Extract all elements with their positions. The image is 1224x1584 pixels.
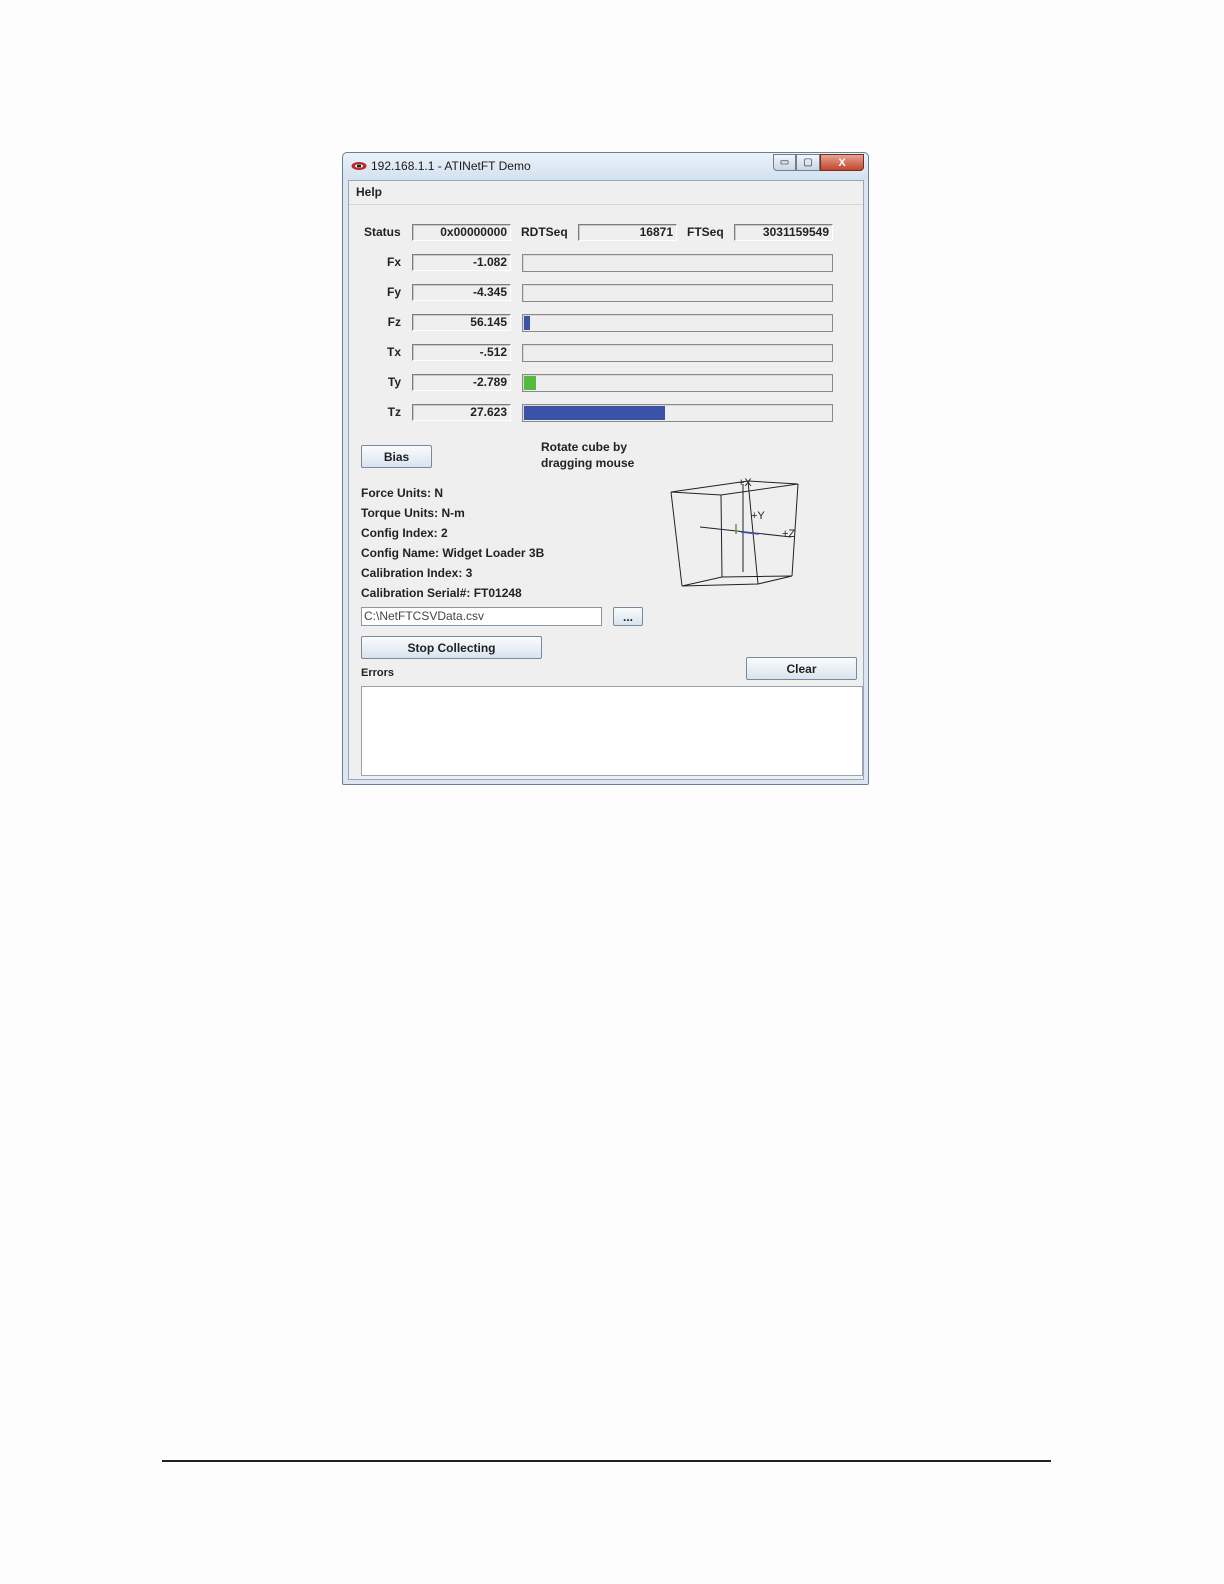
rdtseq-field: 16871 [578, 224, 677, 241]
ty-bar [522, 374, 833, 392]
minimize-icon: ▭ [779, 157, 790, 168]
close-icon: X [838, 156, 846, 169]
tz-bar-fill [524, 406, 665, 420]
fy-label: Fy [386, 285, 401, 299]
tx-field: -.512 [412, 344, 511, 361]
force-units-label: Force Units: N [361, 486, 444, 500]
stop-collecting-button[interactable]: Stop Collecting [361, 636, 542, 659]
fy-field: -4.345 [412, 284, 511, 301]
fz-bar-fill [524, 316, 530, 330]
tx-label: Tx [386, 345, 401, 359]
stop-collecting-label: Stop Collecting [407, 640, 496, 655]
calibration-serial-label: Calibration Serial#: FT01248 [361, 586, 522, 600]
rotate-hint-line1: Rotate cube by [541, 440, 628, 454]
app-window: 192.168.1.1 - ATINetFT Demo ▭ ▢ X Help S… [342, 152, 869, 785]
rotate-hint-line2: dragging mouse [541, 456, 635, 470]
csv-path-input[interactable]: C:\NetFTCSVData.csv [361, 607, 602, 626]
status-field: 0x00000000 [412, 224, 511, 241]
clear-button-label: Clear [786, 661, 817, 676]
menu-bar: Help [349, 181, 863, 205]
maximize-icon: ▢ [803, 157, 813, 168]
rdtseq-label: RDTSeq [521, 225, 568, 239]
status-label: Status [364, 225, 401, 239]
browse-button-label: ... [622, 609, 633, 624]
ty-bar-fill [524, 376, 536, 390]
window-title: 192.168.1.1 - ATINetFT Demo [371, 159, 531, 173]
ty-label: Ty [387, 375, 401, 389]
maximize-button[interactable]: ▢ [796, 154, 820, 171]
client-area: Help Status 0x00000000 RDTSeq 16871 FTSe… [348, 180, 864, 780]
clear-button[interactable]: Clear [746, 657, 857, 680]
fz-label: Fz [387, 315, 401, 329]
browse-button[interactable]: ... [613, 607, 643, 626]
tz-bar [522, 404, 833, 422]
fx-field: -1.082 [412, 254, 511, 271]
fx-bar [522, 254, 833, 272]
ty-field: -2.789 [412, 374, 511, 391]
cube-y-axis-label: +Y [751, 510, 765, 522]
footer-rule [162, 1460, 1051, 1462]
fz-field: 56.145 [412, 314, 511, 331]
title-bar[interactable]: 192.168.1.1 - ATINetFT Demo ▭ ▢ X [343, 153, 868, 180]
ftseq-field: 3031159549 [734, 224, 833, 241]
torque-units-label: Torque Units: N-m [361, 506, 465, 520]
cube-z-axis-label: +Z [782, 528, 795, 540]
fz-bar [522, 314, 833, 332]
tx-bar [522, 344, 833, 362]
tz-label: Tz [387, 405, 401, 419]
minimize-button[interactable]: ▭ [773, 154, 796, 171]
bias-button-label: Bias [383, 449, 410, 464]
close-button[interactable]: X [820, 154, 864, 171]
cube-x-axis-label: +X [738, 477, 752, 489]
errors-label: Errors [361, 667, 395, 679]
fy-bar [522, 284, 833, 302]
config-name-label: Config Name: Widget Loader 3B [361, 546, 545, 560]
app-logo-icon [351, 162, 367, 170]
menu-help[interactable]: Help [356, 185, 382, 199]
errors-textarea[interactable] [361, 686, 863, 776]
rotatable-cube[interactable]: +X +Y +Z [669, 476, 809, 616]
calibration-index-label: Calibration Index: 3 [361, 566, 473, 580]
fx-label: Fx [386, 255, 401, 269]
bias-button[interactable]: Bias [361, 445, 432, 468]
tz-field: 27.623 [412, 404, 511, 421]
config-index-label: Config Index: 2 [361, 526, 448, 540]
ftseq-label: FTSeq [687, 225, 724, 239]
